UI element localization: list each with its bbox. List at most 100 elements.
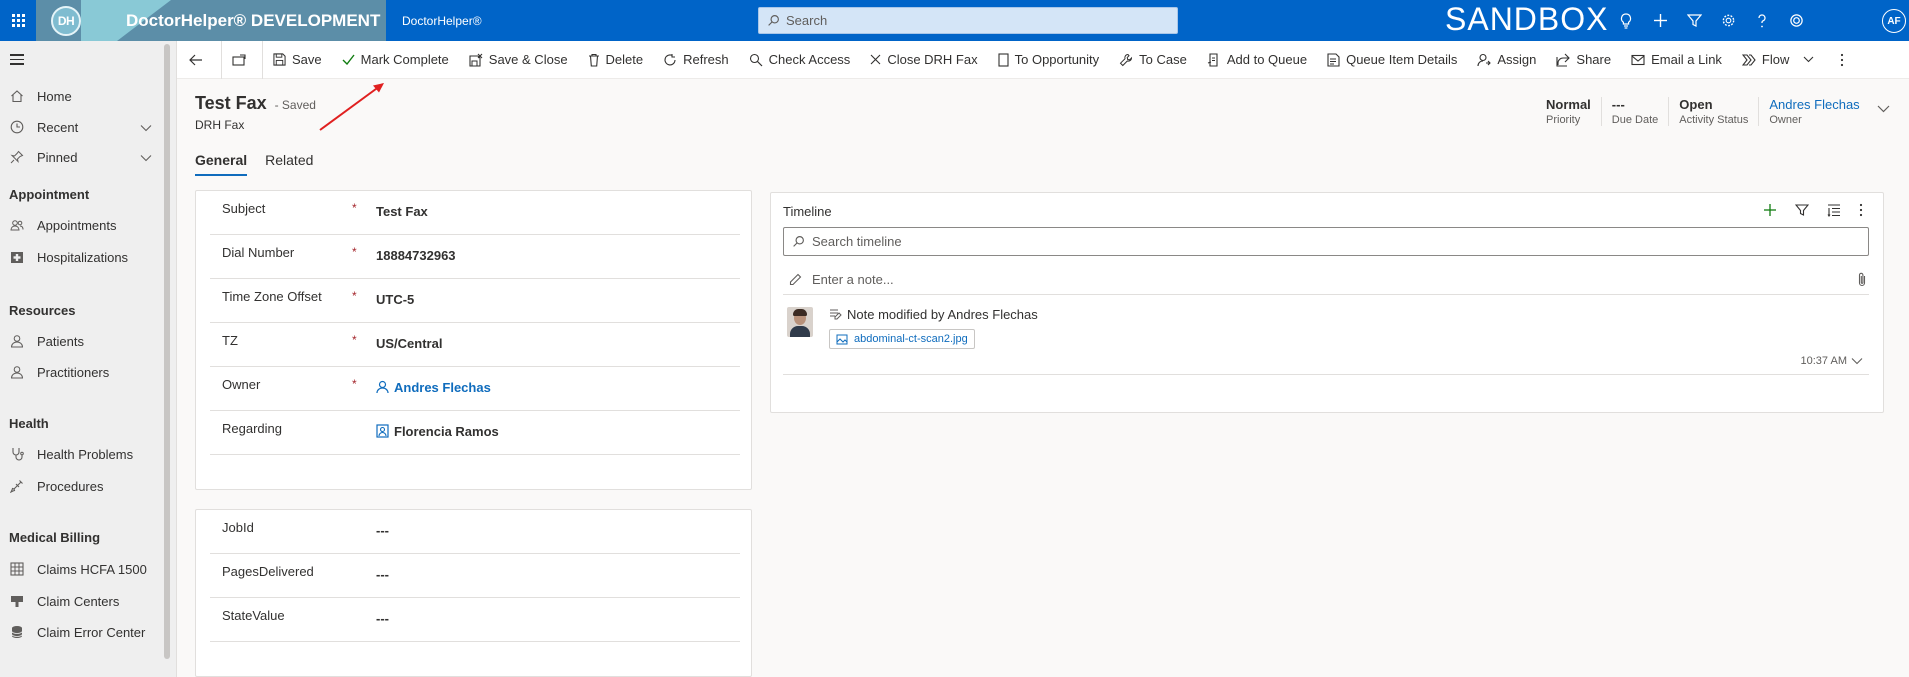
filter-icon[interactable]	[1686, 13, 1702, 29]
field-value[interactable]: 18884732963	[376, 248, 456, 263]
field-value[interactable]: ---	[376, 611, 389, 626]
delete-button[interactable]: Delete	[578, 41, 654, 79]
timeline-search-input[interactable]: Search timeline	[783, 227, 1869, 256]
field-dial-number[interactable]: Dial Number * 18884732963	[210, 235, 740, 279]
email-a-link-button[interactable]: Email a Link	[1621, 41, 1732, 79]
gear-icon[interactable]	[1720, 13, 1736, 29]
chevron-down-icon[interactable]	[1851, 352, 1863, 368]
contact-card-icon	[376, 424, 389, 438]
hamburger-menu-icon[interactable]	[10, 54, 24, 68]
help-icon[interactable]	[1754, 13, 1770, 29]
header-field-due-date[interactable]: --- Due Date	[1600, 97, 1668, 126]
field-time-zone-offset[interactable]: Time Zone Offset * UTC-5	[210, 279, 740, 323]
to-case-button[interactable]: To Case	[1109, 41, 1197, 79]
sidebar-item-claim-error-center[interactable]: Claim Error Center	[0, 617, 160, 647]
field-pagesdelivered[interactable]: PagesDelivered ---	[210, 554, 740, 598]
sidebar-item-recent[interactable]: Recent	[0, 112, 160, 142]
sidebar-item-label: Health Problems	[37, 446, 134, 462]
sidebar-item-patients[interactable]: Patients	[0, 326, 160, 356]
attachment-link[interactable]: abdominal-ct-scan2.jpg	[829, 329, 975, 349]
plus-icon[interactable]	[1763, 203, 1777, 220]
field-value[interactable]: UTC-5	[376, 292, 414, 307]
save-close-button[interactable]: Save & Close	[459, 41, 578, 79]
refresh-button[interactable]: Refresh	[653, 41, 739, 79]
assign-button[interactable]: Assign	[1467, 41, 1546, 79]
regarding-lookup-value: Florencia Ramos	[394, 424, 499, 439]
field-regarding[interactable]: Regarding Florencia Ramos	[210, 411, 740, 455]
owner-lookup[interactable]: Andres Flechas	[376, 380, 491, 395]
general-form-section: Subject * Test Fax Dial Number * 1888473…	[195, 190, 752, 490]
sidebar-item-label: Claim Centers	[37, 593, 120, 609]
sidebar-item-label: Appointments	[37, 217, 117, 233]
app-name[interactable]: DoctorHelper®	[386, 14, 758, 28]
sidebar-item-label: Claims HCFA 1500	[37, 561, 147, 577]
popout-icon	[232, 53, 246, 66]
sidebar-item-health-problems[interactable]: Health Problems	[0, 439, 160, 469]
timeline-entry[interactable]: Note modified by Andres Flechas abdomina…	[783, 303, 1869, 375]
share-button[interactable]: Share	[1546, 41, 1621, 79]
more-commands-button[interactable]	[1824, 41, 1866, 79]
header-expand-button[interactable]	[1877, 100, 1890, 116]
to-opportunity-button[interactable]: To Opportunity	[988, 41, 1110, 79]
sidebar-item-home[interactable]: Home	[0, 81, 160, 111]
sort-icon[interactable]	[1827, 203, 1841, 220]
add-to-queue-button[interactable]: Add to Queue	[1197, 41, 1317, 79]
field-statevalue[interactable]: StateValue ---	[210, 598, 740, 642]
tab-general[interactable]: General	[195, 152, 248, 176]
add-to-queue-label: Add to Queue	[1226, 52, 1308, 67]
attachment-icon[interactable]	[1857, 272, 1867, 287]
brand-banner[interactable]: DH DoctorHelper® DEVELOPMENT	[36, 0, 386, 41]
sidebar-item-procedures[interactable]: Procedures	[0, 471, 160, 501]
back-button[interactable]	[177, 41, 221, 79]
field-owner[interactable]: Owner * Andres Flechas	[210, 367, 740, 411]
header-field-priority[interactable]: Normal Priority	[1542, 97, 1601, 126]
close-drh-fax-button[interactable]: Close DRH Fax	[860, 41, 987, 79]
timeline-note-input[interactable]: Enter a note...	[783, 265, 1869, 295]
sidebar-item-claim-centers[interactable]: Claim Centers	[0, 586, 160, 616]
sidebar-item-appointments[interactable]: Appointments	[0, 210, 160, 240]
save-button[interactable]: Save	[263, 41, 332, 79]
field-subject[interactable]: Subject * Test Fax	[210, 191, 740, 235]
field-tz[interactable]: TZ * US/Central	[210, 323, 740, 367]
sidebar-item-label: Home	[37, 88, 72, 104]
global-search-input[interactable]: Search	[758, 7, 1178, 34]
flow-button[interactable]: Flow	[1732, 41, 1824, 79]
owner-link[interactable]: Andres Flechas	[1769, 97, 1859, 112]
app-launcher-button[interactable]	[0, 0, 36, 41]
plus-icon[interactable]	[1652, 13, 1668, 29]
header-field-owner[interactable]: Andres Flechas Owner	[1758, 97, 1869, 126]
tab-related[interactable]: Related	[265, 152, 313, 176]
copilot-icon[interactable]	[1788, 13, 1804, 29]
regarding-lookup[interactable]: Florencia Ramos	[376, 424, 499, 439]
sidebar-item-practitioners[interactable]: Practitioners	[0, 357, 160, 387]
sidebar-item-claims-hcfa-1500[interactable]: Claims HCFA 1500	[0, 554, 160, 584]
record-entity-type: DRH Fax	[195, 118, 245, 132]
queue-add-icon	[1207, 52, 1221, 67]
sidebar-group-title: Health	[9, 416, 49, 431]
lightbulb-icon[interactable]	[1618, 12, 1634, 29]
field-value[interactable]: Test Fax	[376, 204, 428, 219]
hospital-icon	[9, 250, 25, 264]
search-person-icon	[749, 53, 763, 67]
mark-complete-button[interactable]: Mark Complete	[332, 41, 459, 79]
to-opportunity-label: To Opportunity	[1014, 52, 1100, 67]
filter-icon[interactable]	[1794, 203, 1810, 220]
queue-item-details-button[interactable]: Queue Item Details	[1317, 41, 1467, 79]
header-field-activity-status[interactable]: Open Activity Status	[1668, 97, 1758, 126]
sidebar-item-hospitalizations[interactable]: Hospitalizations	[0, 242, 160, 272]
required-marker: *	[352, 201, 357, 215]
required-marker: *	[352, 333, 357, 347]
sidebar-scrollbar[interactable]	[164, 44, 170, 659]
user-avatar[interactable]: AF	[1882, 9, 1906, 33]
field-value[interactable]: ---	[376, 523, 389, 538]
sidebar-item-pinned[interactable]: Pinned	[0, 142, 160, 172]
sidebar: Home Recent Pinned Appointment Appointme…	[0, 41, 177, 677]
field-value[interactable]: ---	[376, 567, 389, 582]
more-vertical-icon[interactable]	[1859, 203, 1863, 220]
chevron-down-icon[interactable]	[140, 120, 152, 135]
check-access-button[interactable]: Check Access	[739, 41, 861, 79]
open-new-window-button[interactable]	[222, 41, 262, 79]
chevron-down-icon[interactable]	[140, 150, 152, 165]
field-jobid[interactable]: JobId ---	[210, 510, 740, 554]
field-value[interactable]: US/Central	[376, 336, 442, 351]
